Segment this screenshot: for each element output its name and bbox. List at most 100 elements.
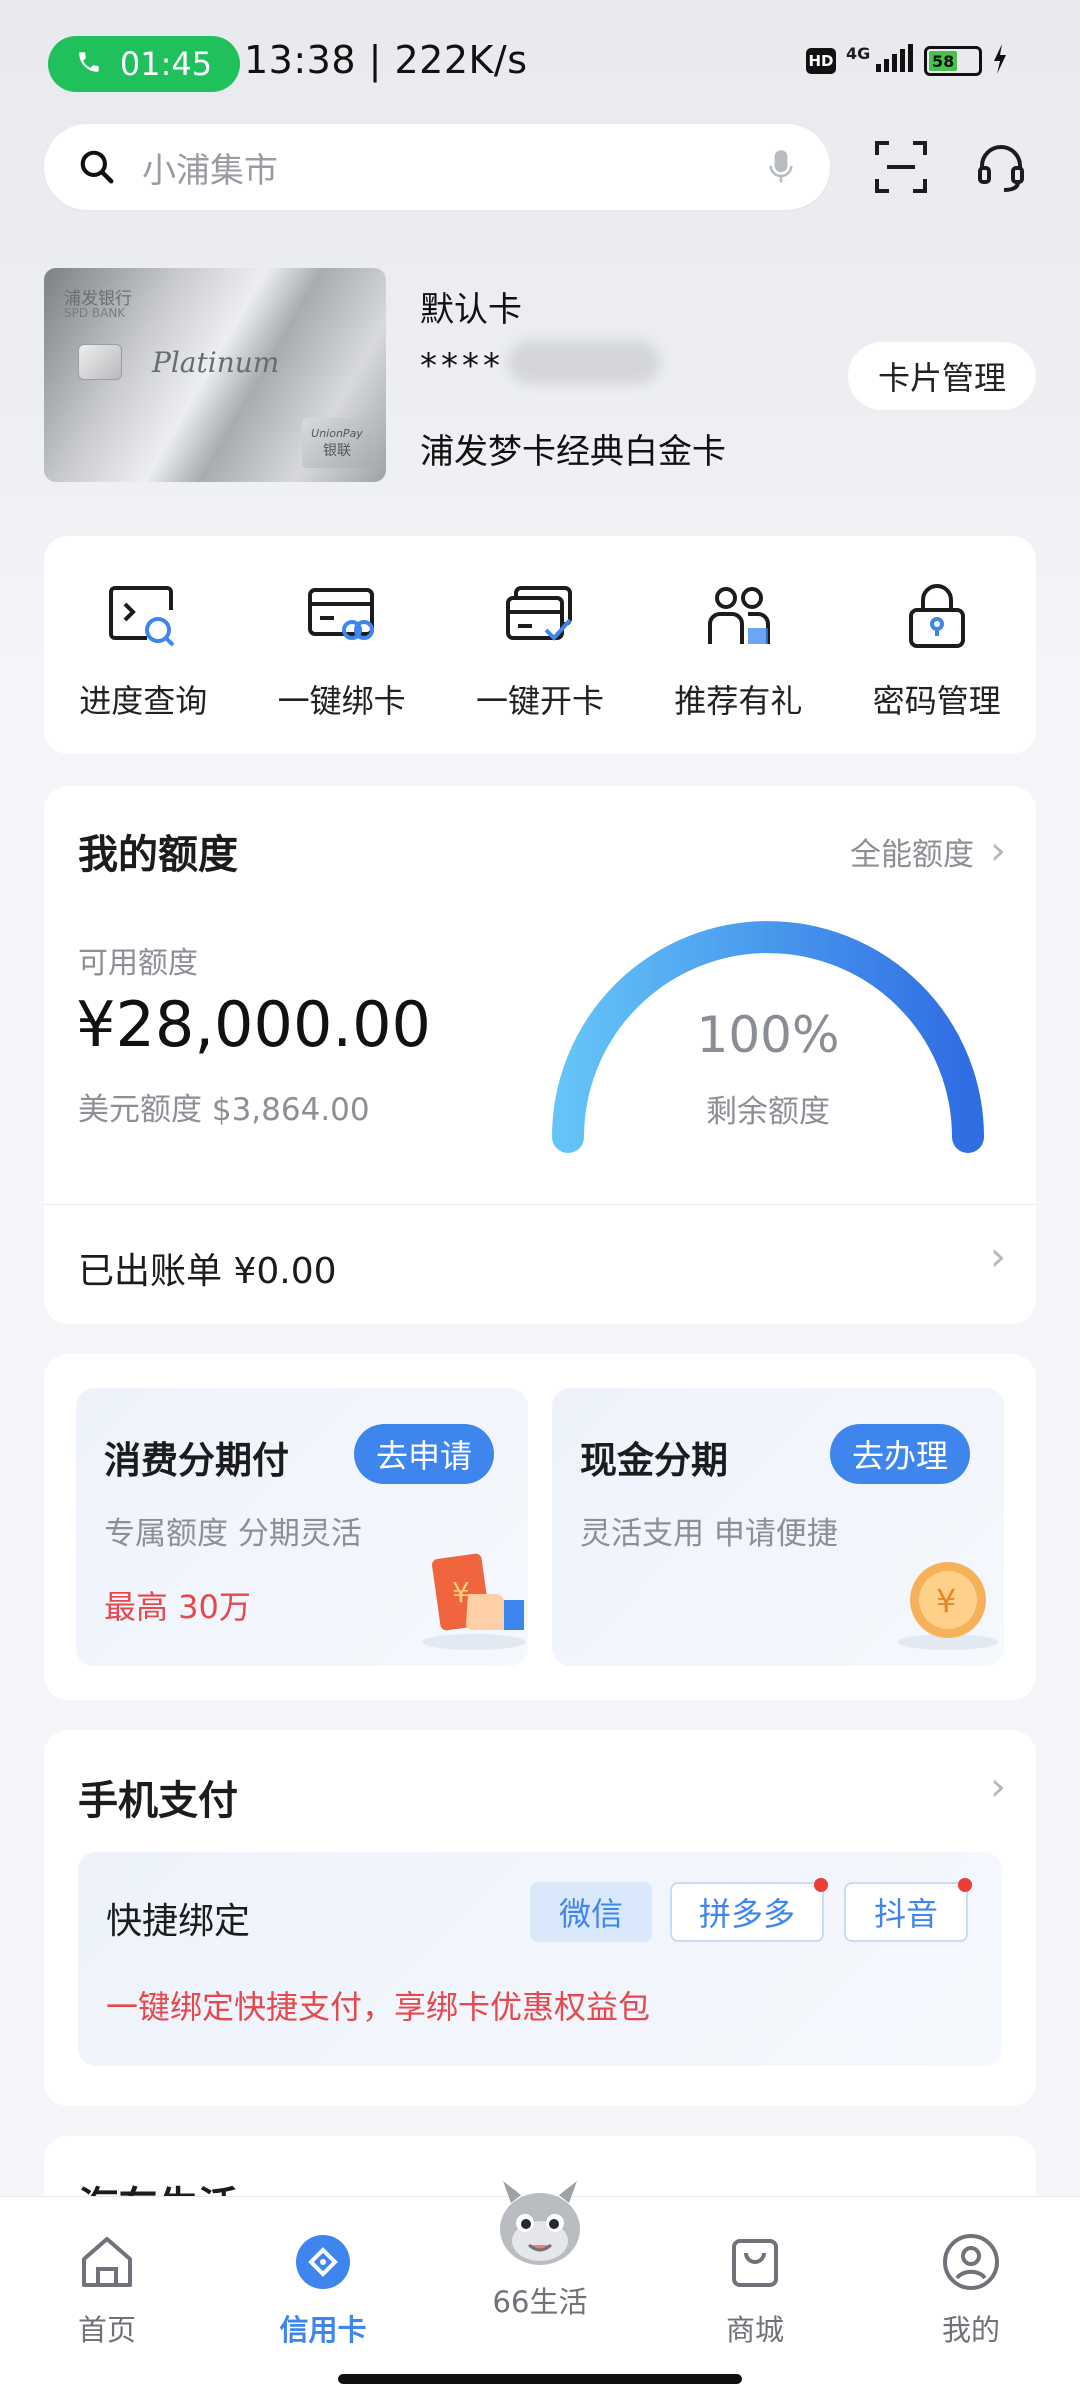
- gold-coin-icon: ¥: [892, 1538, 1004, 1660]
- svg-text:¥: ¥: [452, 1576, 470, 1609]
- home-indicator[interactable]: [338, 2374, 742, 2384]
- installment-subtitle: 灵活支用 申请便捷: [580, 1516, 838, 1552]
- referral-icon: [698, 576, 778, 656]
- credit-limit-title: 我的额度: [78, 832, 238, 878]
- status-time-speed: 13:38 | 222K/s: [244, 38, 528, 82]
- nav-profile[interactable]: 我的: [896, 2231, 1046, 2349]
- all-limit-label: 全能额度: [850, 836, 974, 873]
- card-chip: [78, 344, 122, 380]
- phone-icon: [76, 45, 102, 83]
- quick-bind-box: 快捷绑定 微信 拼多多 抖音 一键绑定快捷支付，享绑卡优惠权益包: [78, 1852, 1002, 2066]
- douyin-bind-chip[interactable]: 抖音: [844, 1878, 972, 1942]
- call-timer: 01:45: [119, 45, 213, 83]
- nav-credit-card[interactable]: 信用卡: [248, 2231, 398, 2349]
- divider: [44, 1204, 1036, 1205]
- scan-icon[interactable]: [866, 132, 936, 202]
- billed-statement-text: 已出账单 ¥0.00: [78, 1251, 337, 1292]
- quick-action-label: 一键开卡: [475, 682, 604, 720]
- nav-label: 66生活: [492, 2285, 588, 2319]
- quick-action-progress-query[interactable]: 进度查询: [44, 576, 242, 722]
- installment-title: 消费分期付: [104, 1439, 289, 1482]
- installment-highlight: 最高 30万: [104, 1588, 251, 1626]
- quick-action-label: 推荐有礼: [674, 682, 803, 720]
- nav-home[interactable]: 首页: [32, 2231, 182, 2349]
- notification-dot: [958, 1878, 972, 1892]
- svg-text:¥: ¥: [936, 1582, 956, 1620]
- search-icon: [78, 148, 116, 186]
- dragon-mascot-icon: [481, 2177, 599, 2277]
- credit-limit-panel: 我的额度 全能额度 › 可用额度 ¥28,000.00 美元额度 $3,864.…: [44, 786, 1036, 1324]
- quick-action-label: 密码管理: [872, 682, 1001, 720]
- all-limit-link[interactable]: 全能额度 ›: [850, 828, 1006, 874]
- nav-mall[interactable]: 商城: [680, 2231, 830, 2349]
- notification-dot: [814, 1878, 828, 1892]
- quick-action-bind-card[interactable]: 一键绑卡: [242, 576, 440, 722]
- available-limit-amount: ¥28,000.00: [76, 988, 431, 1061]
- search-bar[interactable]: 小浦集市: [44, 124, 830, 210]
- quick-action-label: 进度查询: [79, 682, 208, 720]
- handle-button[interactable]: 去办理: [830, 1424, 971, 1484]
- bind-card-icon: [302, 576, 382, 656]
- pinduoduo-bind-chip[interactable]: 拼多多: [670, 1878, 828, 1942]
- nav-label: 商城: [725, 2313, 784, 2347]
- cash-installment-card[interactable]: 现金分期 去办理 灵活支用 申请便捷 ¥: [552, 1388, 1004, 1666]
- card-management-button[interactable]: 卡片管理: [848, 342, 1036, 410]
- card-product-name: 浦发梦卡经典白金卡: [420, 432, 726, 472]
- wechat-bind-chip[interactable]: 微信: [530, 1882, 652, 1942]
- card-number-masked: ****: [420, 346, 504, 386]
- red-envelope-icon: ¥: [416, 1538, 528, 1660]
- customer-service-headset-icon[interactable]: [966, 132, 1036, 202]
- apply-button[interactable]: 去申请: [354, 1424, 495, 1484]
- credit-card-image[interactable]: 浦发银行 SPD BANK Platinum UnionPay 银联: [44, 268, 386, 482]
- quick-action-referral[interactable]: 推荐有礼: [639, 576, 837, 722]
- quick-action-password[interactable]: 密码管理: [838, 576, 1036, 722]
- gauge-percent: 100%: [696, 1006, 840, 1064]
- usd-limit: 美元额度 $3,864.00: [78, 1092, 370, 1128]
- bottom-navigation: 首页 信用卡 66生活 商城 我的: [0, 2181, 1080, 2401]
- quick-action-open-card[interactable]: 一键开卡: [441, 576, 639, 722]
- open-card-icon: [500, 576, 580, 656]
- nav-label: 首页: [77, 2313, 136, 2347]
- card-tier: Platinum: [152, 346, 280, 379]
- charging-icon: [992, 44, 1008, 78]
- chevron-right-icon: ›: [990, 1234, 1006, 1280]
- quick-bind-promo-text: 一键绑定快捷支付，享绑卡优惠权益包: [106, 1988, 651, 2026]
- microphone-icon[interactable]: [768, 149, 794, 185]
- quick-bind-label: 快捷绑定: [106, 1901, 251, 1942]
- quick-actions-panel: 进度查询 一键绑卡 一键开卡 推荐有礼 密码管理: [44, 536, 1036, 754]
- installment-title: 现金分期: [580, 1439, 728, 1482]
- signal-icon: [874, 44, 914, 78]
- network-label: 4G: [846, 43, 871, 63]
- card-number-redaction: [508, 340, 660, 384]
- password-lock-icon: [897, 576, 977, 656]
- credit-card-nav-icon: [292, 2231, 354, 2297]
- nav-label: 信用卡: [279, 2313, 367, 2347]
- mobile-payment-title: 手机支付: [78, 1778, 238, 1824]
- unionpay-logo: UnionPay 银联: [302, 418, 372, 468]
- user-profile-icon: [940, 2231, 1002, 2297]
- available-limit-label: 可用额度: [78, 946, 198, 981]
- installments-panel: 消费分期付 去申请 专属额度 分期灵活 最高 30万 ¥ 现金分期 去办理 灵活…: [44, 1354, 1036, 1700]
- gauge-label: 剩余额度: [706, 1094, 830, 1130]
- mobile-payment-panel: 手机支付 › 快捷绑定 微信 拼多多 抖音 一键绑定快捷支付，享绑卡优惠权益包: [44, 1730, 1036, 2106]
- progress-search-icon: [103, 576, 183, 656]
- chip-label: 拼多多: [698, 1895, 795, 1933]
- status-indicators: HD 4G 58: [806, 44, 1008, 78]
- ongoing-call-pill[interactable]: 01:45: [48, 36, 240, 92]
- consumer-installment-card[interactable]: 消费分期付 去申请 专属额度 分期灵活 最高 30万 ¥: [76, 1388, 528, 1666]
- hd-badge: HD: [806, 48, 836, 74]
- nav-label: 我的: [941, 2313, 1000, 2347]
- shopping-bag-icon: [724, 2231, 786, 2297]
- billed-statement-row[interactable]: 已出账单 ¥0.00 ›: [44, 1206, 1036, 1324]
- chevron-right-icon: ›: [990, 828, 1006, 874]
- battery-icon: 58: [924, 46, 983, 76]
- quick-action-label: 一键绑卡: [277, 682, 406, 720]
- home-icon: [76, 2231, 138, 2297]
- chip-label: 抖音: [873, 1895, 938, 1933]
- installment-subtitle: 专属额度 分期灵活: [104, 1516, 362, 1552]
- battery-level: 58: [929, 51, 958, 71]
- chevron-right-icon[interactable]: ›: [990, 1764, 1006, 1810]
- card-bank-en: SPD BANK: [64, 306, 126, 320]
- nav-66-life[interactable]: 66生活: [465, 2177, 615, 2321]
- search-placeholder: 小浦集市: [142, 150, 278, 191]
